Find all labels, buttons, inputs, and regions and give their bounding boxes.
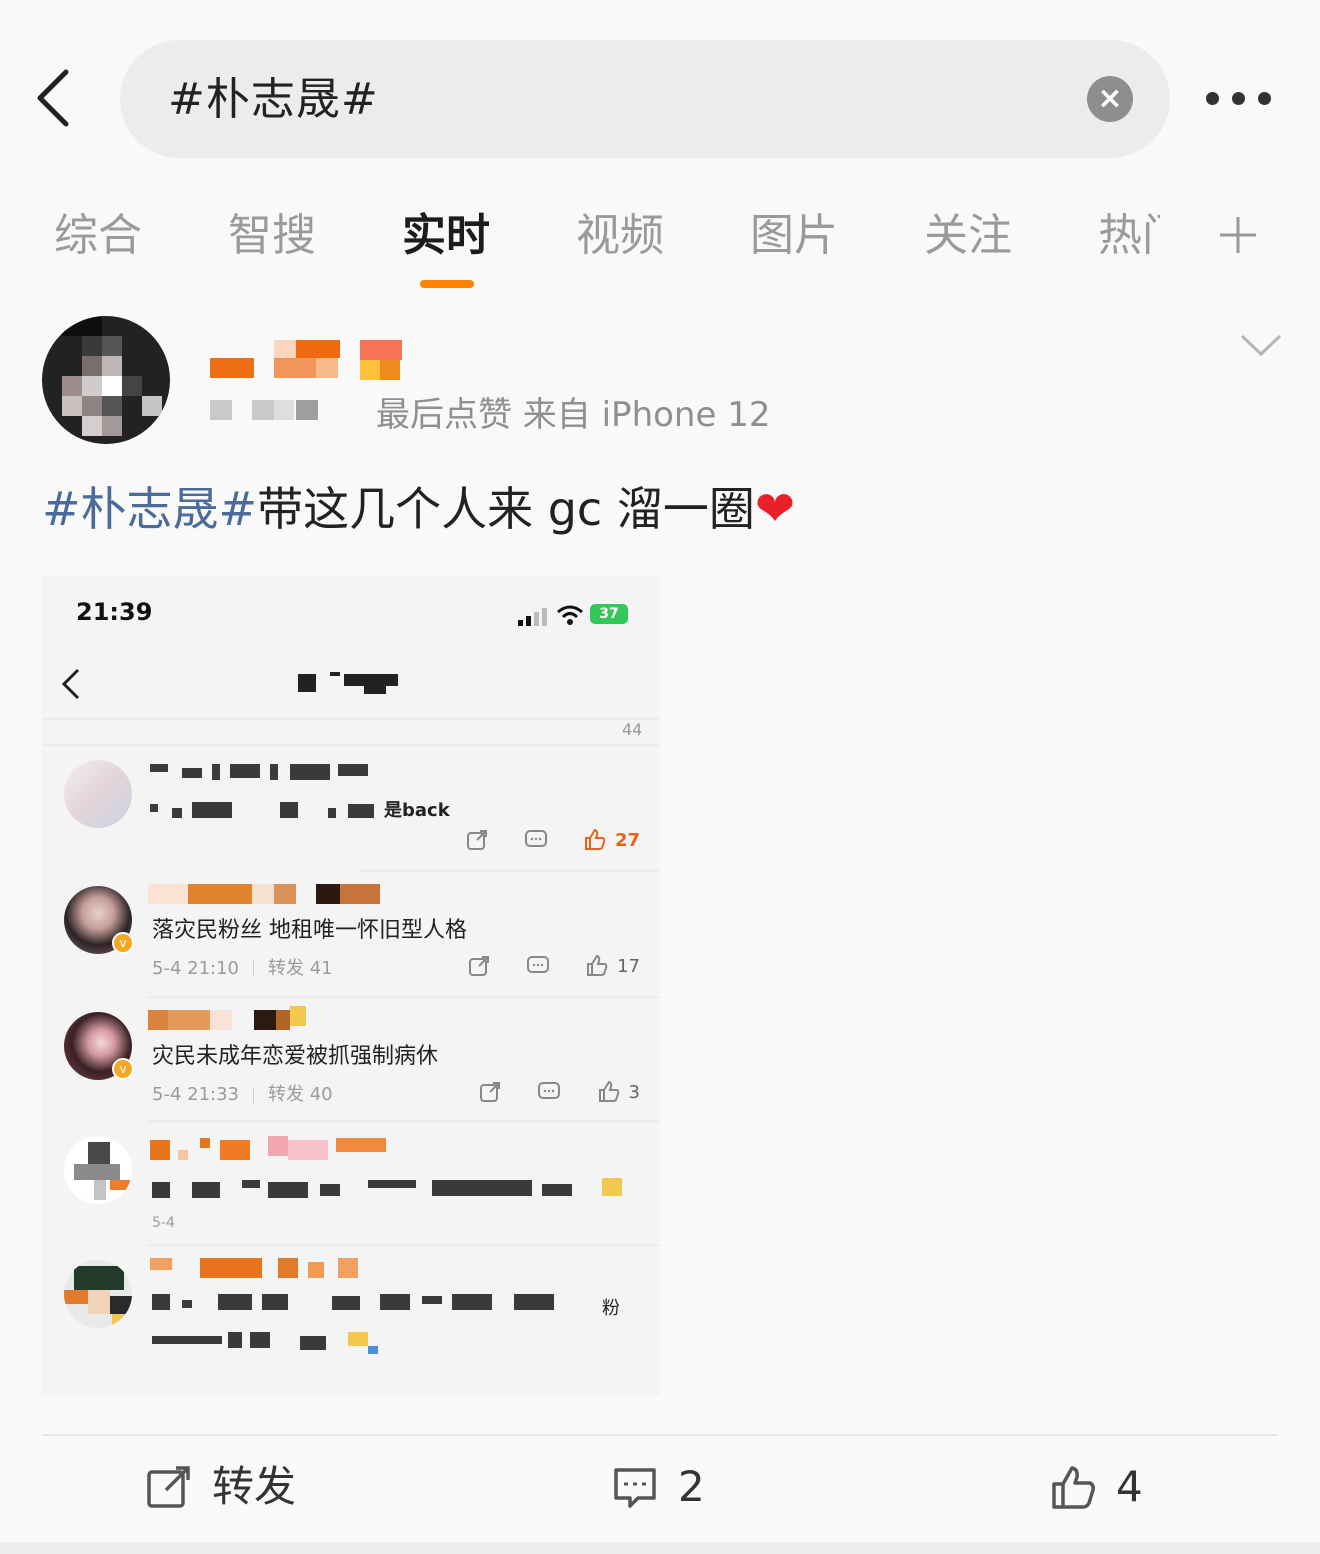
tab-hot[interactable]: 热门 <box>1098 206 1160 266</box>
item-name-redacted <box>148 884 408 906</box>
item-name-redacted <box>148 1006 408 1032</box>
list-item[interactable]: v 落灾民粉丝 地租唯一怀旧型人格 5-4 21:10 转发 41 17 <box>42 872 660 996</box>
plus-icon[interactable] <box>1218 215 1258 255</box>
item-text: 灾民未成年恋爱被抓强制病休 <box>152 1044 439 1069</box>
back-icon <box>61 668 80 700</box>
share-icon <box>147 1466 190 1508</box>
list-item[interactable]: 是back 27 <box>42 746 660 870</box>
item-actions: 17 <box>437 954 640 982</box>
tab-video[interactable]: 视频 <box>576 206 664 266</box>
comment-icon <box>614 1468 656 1508</box>
comment-icon[interactable] <box>524 828 548 852</box>
item-text: 粉 <box>602 1298 620 1319</box>
comment-count: 2 <box>678 1462 705 1511</box>
separator-band <box>0 1542 1320 1554</box>
tab-general[interactable]: 综合 <box>54 206 142 266</box>
username-redacted[interactable] <box>210 336 410 382</box>
item-meta: 5-4 <box>152 1215 175 1231</box>
like-icon[interactable] <box>597 1080 621 1104</box>
avatar <box>64 760 132 828</box>
status-bar-icons: 37 <box>518 602 638 628</box>
post-meta: 最后点赞 来自 iPhone 12 <box>376 395 771 435</box>
share-icon[interactable] <box>478 1080 502 1104</box>
item-actions: 3 <box>448 1080 640 1108</box>
share-icon[interactable] <box>465 828 489 852</box>
tab-smart-search[interactable]: 智搜 <box>228 206 316 266</box>
divider <box>42 1434 1278 1436</box>
item-name-redacted <box>148 1134 408 1160</box>
like-count: 17 <box>617 955 640 977</box>
post-time-redacted <box>210 400 360 424</box>
tab-realtime[interactable]: 实时 <box>402 206 490 266</box>
like-count: 3 <box>628 1081 640 1103</box>
verified-badge: v <box>112 932 134 954</box>
tab-images[interactable]: 图片 <box>750 206 838 266</box>
page-title-redacted <box>298 672 408 694</box>
like-count: 27 <box>614 829 640 851</box>
post-text: 带这几个人来 gc 溜一圈 <box>257 482 755 536</box>
back-icon[interactable] <box>30 66 80 130</box>
item-text: 是back <box>384 800 450 821</box>
post-hashtag[interactable]: #朴志晟# <box>42 482 257 536</box>
status-time: 21:39 <box>76 598 153 626</box>
avatar <box>64 1136 132 1204</box>
comment-icon[interactable] <box>537 1080 561 1104</box>
repost-label: 转发 <box>212 1462 297 1511</box>
more-icon[interactable] <box>1206 82 1286 116</box>
like-icon[interactable] <box>585 954 609 978</box>
avatar <box>64 1260 132 1328</box>
like-icon[interactable] <box>583 828 607 852</box>
item-name-redacted <box>148 1258 408 1280</box>
search-query[interactable]: #朴志晟# <box>168 70 379 130</box>
list-item[interactable]: 粉 <box>42 1246 660 1370</box>
list-item[interactable]: v 灾民未成年恋爱被抓强制病休 5-4 21:33 转发 40 3 <box>42 998 660 1122</box>
item-text: 落灾民粉丝 地租唯一怀旧型人格 <box>152 918 467 943</box>
comment-icon[interactable] <box>526 954 550 978</box>
clear-icon[interactable]: × <box>1087 76 1133 122</box>
like-count: 4 <box>1116 1462 1143 1511</box>
comment-button[interactable]: 2 <box>612 1462 732 1512</box>
top-item-counts: 44 <box>622 720 643 739</box>
heart-emoji: ❤ <box>754 481 796 537</box>
list-item[interactable]: 5-4 <box>42 1122 660 1246</box>
item-actions: 27 <box>435 828 640 856</box>
verified-badge: v <box>112 1058 134 1080</box>
post-image[interactable]: 21:39 37 44 是back 27 v 落灾民粉丝 地租唯一怀旧型人格 5… <box>42 576 660 1396</box>
wifi-icon <box>557 605 583 625</box>
avatar[interactable] <box>42 316 170 444</box>
share-icon[interactable] <box>467 954 491 978</box>
signal-icon <box>518 608 547 626</box>
like-icon <box>1052 1466 1095 1509</box>
post-body: #朴志晟#带这几个人来 gc 溜一圈❤ <box>42 474 795 544</box>
chevron-down-icon[interactable] <box>1238 330 1284 360</box>
active-tab-indicator <box>420 280 474 288</box>
like-button[interactable]: 4 <box>1050 1462 1170 1512</box>
tab-following[interactable]: 关注 <box>924 206 1012 266</box>
tab-bar: 综合 智搜 实时 视频 图片 关注 热门 <box>0 200 1320 300</box>
item-meta: 5-4 21:10 转发 41 <box>152 958 333 979</box>
repost-button[interactable]: 转发 <box>146 1462 316 1512</box>
item-meta: 5-4 21:33 转发 40 <box>152 1084 333 1105</box>
battery-icon: 37 <box>590 604 628 624</box>
